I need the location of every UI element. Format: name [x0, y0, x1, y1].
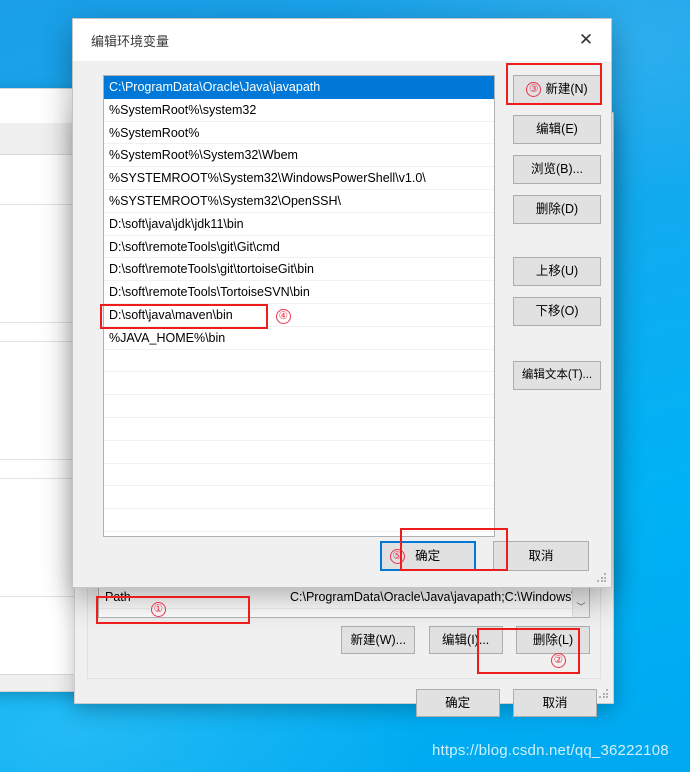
- list-item[interactable]: D:\soft\remoteTools\git\tortoiseGit\bin: [104, 258, 494, 282]
- list-item[interactable]: %SystemRoot%\System32\Wbem: [104, 144, 494, 168]
- move-up-button[interactable]: 上移(U): [513, 257, 601, 286]
- list-item[interactable]: D:\soft\remoteTools\git\Git\cmd: [104, 236, 494, 259]
- resize-grip-icon[interactable]: [598, 688, 610, 700]
- annotation-marker-4: ④: [276, 309, 291, 324]
- environment-variables-footer: 确定 取消: [87, 689, 601, 717]
- row-variable-value: C:\ProgramData\Oracle\Java\javapath;C:\W…: [290, 590, 572, 604]
- list-item[interactable]: %SystemRoot%: [104, 122, 494, 145]
- list-item[interactable]: %JAVA_HOME%\bin: [104, 327, 494, 350]
- edit-button[interactable]: 编辑(E): [513, 115, 601, 144]
- edit-dialog-cancel-button[interactable]: 取消: [493, 541, 589, 571]
- edit-dialog-title: 编辑环境变量: [91, 34, 170, 49]
- row-variable-name: Path: [105, 590, 131, 604]
- list-item-empty[interactable]: [104, 418, 494, 441]
- screen: 系统属性 计算机名 要进行大 性能 视觉效 用户配 与登录 启动和 系统启: [0, 0, 690, 772]
- list-item[interactable]: D:\soft\java\maven\bin: [104, 304, 494, 327]
- close-icon[interactable]: ✕: [561, 19, 611, 61]
- system-variables-buttons: 新建(W)... 编辑(I)... 删除(L): [98, 626, 590, 654]
- list-item[interactable]: C:\ProgramData\Oracle\Java\javapath: [104, 76, 494, 99]
- path-entries-listbox[interactable]: C:\ProgramData\Oracle\Java\javapath %Syst…: [103, 75, 495, 537]
- table-row[interactable]: Path C:\ProgramData\Oracle\Java\javapath…: [99, 585, 572, 609]
- resize-grip-icon[interactable]: [596, 572, 608, 584]
- edit-dialog-ok-button[interactable]: ⑤ 确定: [379, 541, 476, 571]
- edit-dialog-ok-label: 确定: [415, 549, 441, 563]
- list-item-empty[interactable]: [104, 395, 494, 418]
- list-item-empty[interactable]: [104, 509, 494, 532]
- system-variables-edit-button[interactable]: 编辑(I)...: [428, 626, 503, 654]
- list-item[interactable]: %SystemRoot%\system32: [104, 99, 494, 122]
- annotation-marker-5: ⑤: [389, 549, 405, 564]
- system-variables-delete-button[interactable]: 删除(L): [516, 626, 590, 654]
- list-item[interactable]: D:\soft\java\jdk\jdk11\bin: [104, 213, 494, 236]
- system-variables-new-button[interactable]: 新建(W)...: [341, 626, 416, 654]
- edit-text-button[interactable]: 编辑文本(T)...: [513, 361, 601, 390]
- list-item-empty[interactable]: [104, 464, 494, 487]
- annotation-marker-2: ②: [551, 653, 566, 668]
- env-cancel-button[interactable]: 取消: [513, 689, 597, 717]
- new-button[interactable]: ③ 新建(N): [513, 75, 601, 104]
- browse-button[interactable]: 浏览(B)...: [513, 155, 601, 184]
- env-ok-button[interactable]: 确定: [415, 689, 500, 717]
- list-item-empty[interactable]: [104, 441, 494, 464]
- scroll-down-arrow-icon[interactable]: ﹀: [573, 600, 589, 617]
- edit-dialog-titlebar: 编辑环境变量 ✕: [73, 19, 611, 61]
- new-button-label: 新建(N): [545, 82, 588, 96]
- list-item-empty[interactable]: [104, 372, 494, 396]
- annotation-marker-1: ①: [151, 602, 166, 617]
- list-item-empty[interactable]: [104, 486, 494, 510]
- list-item[interactable]: %SYSTEMROOT%\System32\OpenSSH\: [104, 190, 494, 213]
- list-item[interactable]: %SYSTEMROOT%\System32\WindowsPowerShell\…: [104, 167, 494, 190]
- edit-environment-variable-dialog[interactable]: 编辑环境变量 ✕ C:\ProgramData\Oracle\Java\java…: [72, 18, 612, 588]
- annotation-marker-3: ③: [526, 82, 542, 97]
- list-item-empty[interactable]: [104, 350, 494, 373]
- move-down-button[interactable]: 下移(O): [513, 297, 601, 326]
- edit-dialog-side-buttons: ③ 新建(N) 编辑(E) 浏览(B)... 删除(D) 上移(U) 下移(O) …: [513, 75, 603, 401]
- delete-button[interactable]: 删除(D): [513, 195, 601, 224]
- watermark: https://blog.csdn.net/qq_36222108: [432, 742, 669, 759]
- edit-dialog-footer: ⑤ 确定 取消: [73, 541, 611, 571]
- list-item[interactable]: D:\soft\remoteTools\TortoiseSVN\bin: [104, 281, 494, 304]
